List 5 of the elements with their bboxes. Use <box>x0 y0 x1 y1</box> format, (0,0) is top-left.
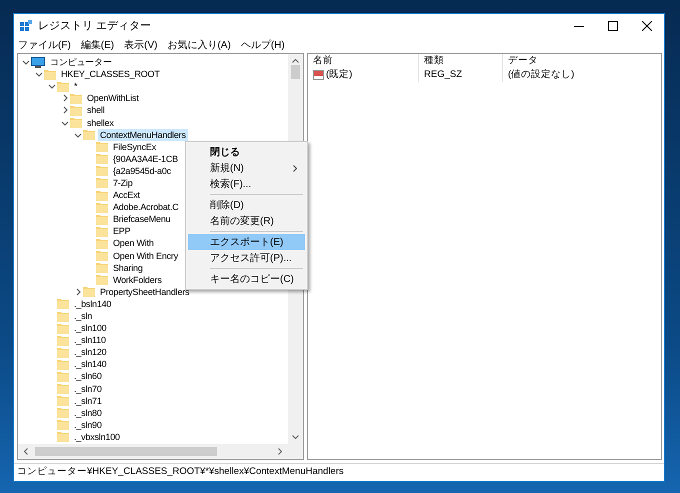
value-data: (値の設定なし) <box>508 68 574 82</box>
value-type: REG_SZ <box>424 68 462 82</box>
value-name: (既定) <box>326 68 352 82</box>
status-bar-path: コンピューター¥HKEY_CLASSES_ROOT¥*¥shellex¥ContextMenuHandlers <box>17 465 344 480</box>
window-title: レジストリ エディター <box>38 18 152 34</box>
